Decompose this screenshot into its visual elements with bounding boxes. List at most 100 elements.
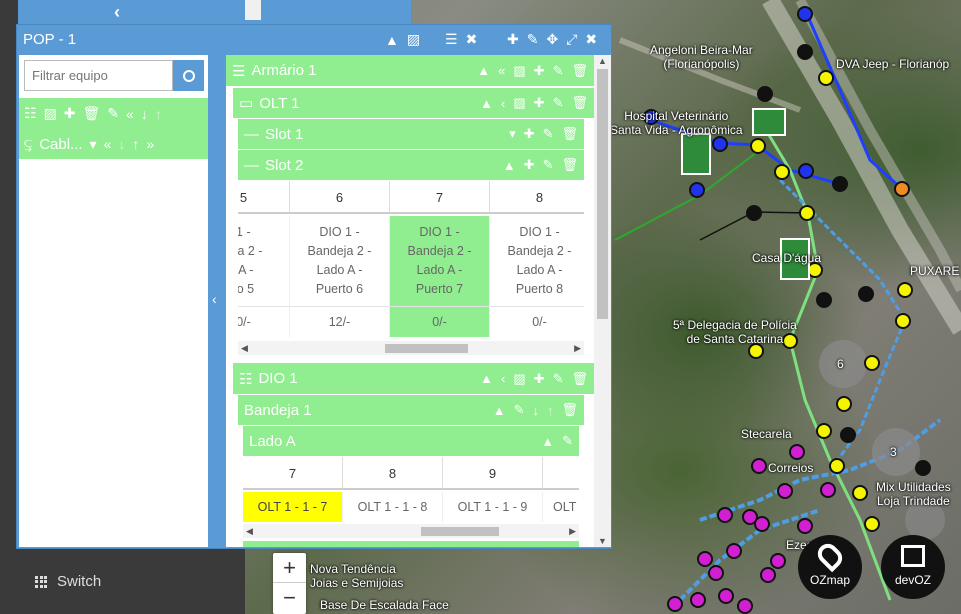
port-connection-cell[interactable]: DIO 1 - Bandeja 2 - Lado A - Puerto 8 xyxy=(490,216,584,306)
map-node-black[interactable] xyxy=(858,286,874,302)
collapse-up-icon[interactable]: ▲ xyxy=(477,63,490,78)
arrow-down-icon[interactable]: ↓ xyxy=(532,403,539,418)
map-node-magenta[interactable] xyxy=(737,598,753,614)
add-icon[interactable]: ✚ xyxy=(534,63,545,79)
tray-header[interactable]: Bandeja 1 ▲ ✎ ↓ ↑ 🗑 xyxy=(238,395,584,425)
edit-icon[interactable]: ✎ xyxy=(553,371,564,387)
image-icon[interactable]: ▨ xyxy=(513,63,525,79)
map-node-blue[interactable] xyxy=(797,6,813,22)
map-node-magenta[interactable] xyxy=(667,596,683,612)
minus-icon[interactable]: — xyxy=(244,126,259,143)
map-node-black[interactable] xyxy=(797,44,813,60)
map-node-yellow[interactable] xyxy=(774,164,790,180)
map-node-magenta[interactable] xyxy=(751,458,767,474)
image-icon[interactable]: ▨ xyxy=(513,371,525,387)
scroll-down-icon[interactable]: ▼ xyxy=(598,536,607,546)
chevron-left-icon[interactable]: ‹ xyxy=(114,2,120,23)
map-node-yellow[interactable] xyxy=(864,355,880,371)
scroll-right-icon[interactable]: ▶ xyxy=(574,341,581,355)
port-connection-cell[interactable]: DIO 1 - Bandeja 2 - Lado A - Puerto 5 xyxy=(238,216,290,306)
arrow-up-icon[interactable]: ↑ xyxy=(155,106,162,122)
switch-nav-item[interactable]: Switch xyxy=(35,573,101,590)
double-left-icon[interactable]: « xyxy=(498,63,505,78)
map-node-black[interactable] xyxy=(757,86,773,102)
edit-icon[interactable]: ✎ xyxy=(543,157,554,173)
double-right-icon[interactable]: » xyxy=(146,136,154,152)
scroll-right-icon[interactable]: ▶ xyxy=(569,524,576,538)
map-node-blue[interactable] xyxy=(798,163,814,179)
map-node-orange[interactable] xyxy=(894,181,910,197)
map-node-magenta[interactable] xyxy=(697,551,713,567)
map-node-yellow[interactable] xyxy=(836,396,852,412)
dio-header[interactable]: ☷ DIO 1 ▲ ‹ ▨ ✚ ✎ 🗑 xyxy=(233,363,594,394)
map-node-yellow[interactable] xyxy=(829,458,845,474)
side-port-cell[interactable]: OLT xyxy=(543,492,579,522)
trash-icon[interactable]: 🗑 xyxy=(561,126,578,142)
cluster-count[interactable]: 3 xyxy=(890,445,897,459)
equipment-filter-input[interactable] xyxy=(24,60,173,91)
collapse-up-icon[interactable]: ▲ xyxy=(541,434,554,449)
arrow-down-icon[interactable]: ↓ xyxy=(141,106,148,122)
side-header[interactable]: Lado A ▲ ✎ xyxy=(243,426,579,456)
map-node-magenta[interactable] xyxy=(760,567,776,583)
collapse-up-icon[interactable]: ▲ xyxy=(503,158,516,173)
collapse-up-icon[interactable]: ▲ xyxy=(480,371,493,386)
search-button[interactable] xyxy=(173,60,204,91)
map-node-yellow[interactable] xyxy=(816,423,832,439)
arrow-down-icon[interactable]: ↓ xyxy=(118,136,125,152)
collapse-up-icon[interactable]: ▲ xyxy=(493,403,506,418)
edit-icon[interactable]: ✎ xyxy=(107,105,119,122)
trash-icon[interactable]: 🗑 xyxy=(571,63,588,79)
map-node-yellow[interactable] xyxy=(895,313,911,329)
slot-2-header[interactable]: — Slot 2 ▲ ✚ ✎ 🗑 xyxy=(238,150,584,180)
map-node-blue[interactable] xyxy=(712,136,728,152)
map-node-black[interactable] xyxy=(840,427,856,443)
scroll-left-icon[interactable]: ◀ xyxy=(241,341,248,355)
map-node-magenta[interactable] xyxy=(718,588,734,604)
cable-tree-item[interactable]: ⥹ Cabl... ▾ « ↓ ↑ » xyxy=(19,129,208,159)
map-node-yellow[interactable] xyxy=(750,138,766,154)
detail-vscrollbar[interactable]: ▲ ▼ xyxy=(594,55,611,547)
minus-icon[interactable]: — xyxy=(244,157,259,174)
map-node-black[interactable] xyxy=(915,460,931,476)
trash-icon[interactable]: 🗑 xyxy=(561,402,578,418)
edit-icon[interactable]: ✎ xyxy=(553,63,564,79)
add-icon[interactable]: ✚ xyxy=(534,95,545,111)
trash-icon[interactable]: 🗑 xyxy=(571,95,588,111)
side-table-hscrollbar[interactable]: ◀ ▶ xyxy=(243,524,579,538)
map-node-yellow[interactable] xyxy=(852,485,868,501)
expand-icon[interactable]: ⤢ xyxy=(566,31,577,48)
cabinet-icon[interactable] xyxy=(752,108,786,136)
edit-icon[interactable]: ✎ xyxy=(553,95,564,111)
pop-building-icon[interactable] xyxy=(681,133,711,175)
slot-1-header[interactable]: — Slot 1 ▾ ✚ ✎ 🗑 xyxy=(238,119,584,149)
map-node-magenta[interactable] xyxy=(820,482,836,498)
olt-header[interactable]: ▭ OLT 1 ▲ ‹ ▨ ✚ ✎ 🗑 xyxy=(233,88,594,118)
close-x-icon[interactable]: ✖ xyxy=(466,31,478,48)
port-connection-cell-selected[interactable]: DIO 1 - Bandeja 2 - Lado A - Puerto 7 xyxy=(390,216,490,306)
rack-header[interactable]: ☰ Armário 1 ▲ « ▨ ✚ ✎ 🗑 xyxy=(226,55,594,86)
scroll-thumb[interactable] xyxy=(597,69,608,319)
side-port-cell-selected[interactable]: OLT 1 - 1 - 7 xyxy=(243,492,343,522)
map-node-blue[interactable] xyxy=(689,182,705,198)
edit-icon[interactable]: ✎ xyxy=(514,402,525,418)
map-node-yellow[interactable] xyxy=(897,282,913,298)
map-node-magenta[interactable] xyxy=(754,516,770,532)
chevron-left-icon[interactable]: ‹ xyxy=(501,96,505,111)
trash-icon[interactable]: 🗑 xyxy=(561,157,578,173)
side-port-cell[interactable]: OLT 1 - 1 - 8 xyxy=(343,492,443,522)
double-left-icon[interactable]: « xyxy=(104,136,112,152)
slot-table-hscrollbar[interactable]: ◀ ▶ xyxy=(238,341,584,355)
close-icon[interactable]: ✖ xyxy=(585,31,597,48)
chevron-left-icon[interactable]: ‹ xyxy=(212,291,217,307)
map-node-magenta[interactable] xyxy=(708,565,724,581)
chevron-left-icon[interactable]: ‹ xyxy=(501,371,505,386)
image-icon[interactable]: ▨ xyxy=(407,31,420,48)
collapse-up-icon[interactable]: ▲ xyxy=(385,32,399,48)
arrow-up-icon[interactable]: ↑ xyxy=(132,136,139,152)
list-icon[interactable]: ☰ xyxy=(445,31,458,48)
map-node-yellow[interactable] xyxy=(864,516,880,532)
map-node-yellow[interactable] xyxy=(818,70,834,86)
devoz-logo[interactable]: devOZ xyxy=(881,535,945,599)
edit-icon[interactable]: ✎ xyxy=(543,126,554,142)
